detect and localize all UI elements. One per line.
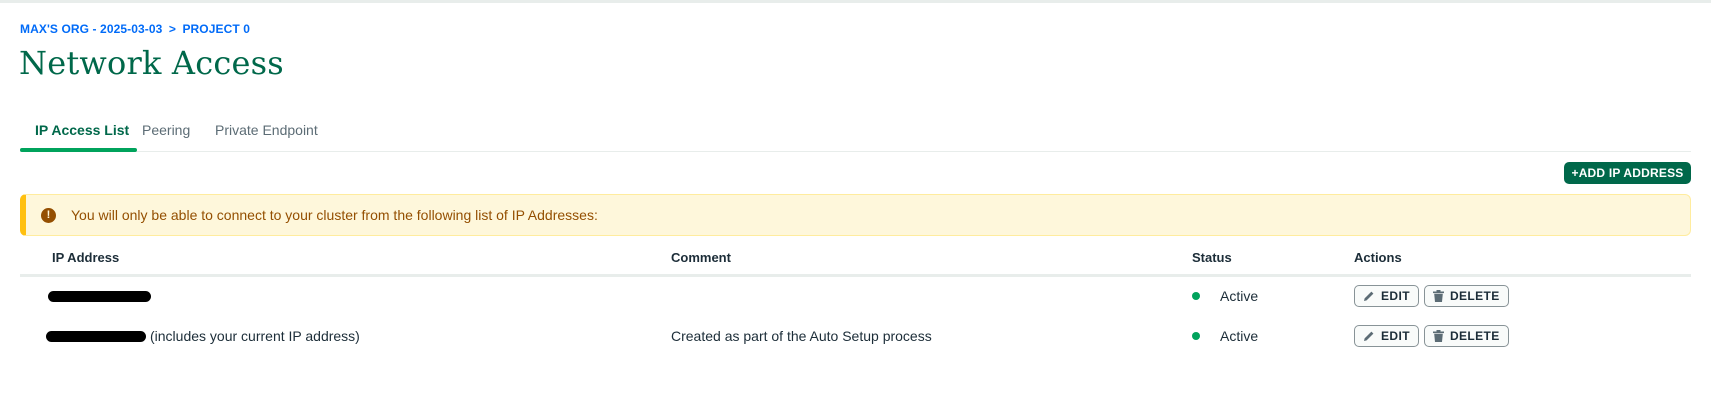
ip-address-cell	[48, 277, 155, 315]
column-header-comment: Comment	[671, 250, 731, 265]
pencil-icon	[1364, 331, 1374, 341]
table-row: Active EDIT DELETE	[20, 277, 1691, 315]
tab-private-endpoint[interactable]: Private Endpoint	[215, 122, 318, 138]
column-header-status: Status	[1192, 250, 1232, 265]
delete-button-label: DELETE	[1449, 289, 1500, 303]
trash-icon	[1432, 290, 1444, 302]
breadcrumb-project-link[interactable]: PROJECT 0	[182, 22, 250, 36]
top-divider	[0, 0, 1711, 3]
status-active-dot-icon	[1192, 292, 1200, 300]
status-cell: Active	[1192, 277, 1258, 315]
redacted-ip-address	[46, 330, 146, 342]
add-ip-address-button[interactable]: +ADD IP ADDRESS	[1564, 162, 1691, 184]
delete-button[interactable]: DELETE	[1423, 325, 1509, 347]
comment-cell: Created as part of the Auto Setup proces…	[671, 328, 932, 344]
active-tab-indicator	[20, 148, 137, 152]
warning-banner-text: You will only be able to connect to your…	[71, 207, 598, 223]
trash-icon	[1432, 330, 1444, 342]
column-header-ip-address: IP Address	[52, 250, 120, 265]
table-header: IP Address Comment Status Actions	[20, 244, 1691, 277]
pencil-icon	[1364, 291, 1374, 301]
edit-button-label: EDIT	[1381, 289, 1410, 303]
delete-button-label: DELETE	[1449, 329, 1500, 343]
delete-button[interactable]: DELETE	[1423, 285, 1509, 307]
actions-cell: EDIT DELETE	[1354, 317, 1514, 355]
breadcrumb-separator: >	[168, 22, 176, 36]
status-active-dot-icon	[1192, 332, 1200, 340]
redacted-ip-address	[48, 290, 151, 302]
edit-button[interactable]: EDIT	[1354, 285, 1419, 307]
edit-button[interactable]: EDIT	[1354, 325, 1419, 347]
status-text: Active	[1220, 288, 1259, 304]
status-text: Active	[1220, 328, 1259, 344]
ip-address-note: (includes your current IP address)	[150, 328, 360, 344]
breadcrumb-org-link[interactable]: MAX'S ORG - 2025-03-03	[20, 22, 162, 36]
actions-cell: EDIT DELETE	[1354, 277, 1514, 315]
column-header-actions: Actions	[1354, 250, 1402, 265]
warning-icon: !	[41, 207, 56, 223]
warning-banner: ! You will only be able to connect to yo…	[20, 194, 1691, 236]
status-cell: Active	[1192, 317, 1258, 355]
tab-peering[interactable]: Peering	[142, 122, 190, 138]
tab-bar: IP Access List Peering Private Endpoint	[20, 108, 1691, 152]
table-row: (includes your current IP address) Creat…	[20, 317, 1691, 355]
page-title: Network Access	[19, 44, 284, 82]
tab-ip-access-list[interactable]: IP Access List	[35, 122, 129, 138]
edit-button-label: EDIT	[1381, 329, 1410, 343]
ip-address-cell: (includes your current IP address)	[46, 317, 360, 355]
breadcrumb: MAX'S ORG - 2025-03-03 > PROJECT 0	[20, 22, 250, 36]
